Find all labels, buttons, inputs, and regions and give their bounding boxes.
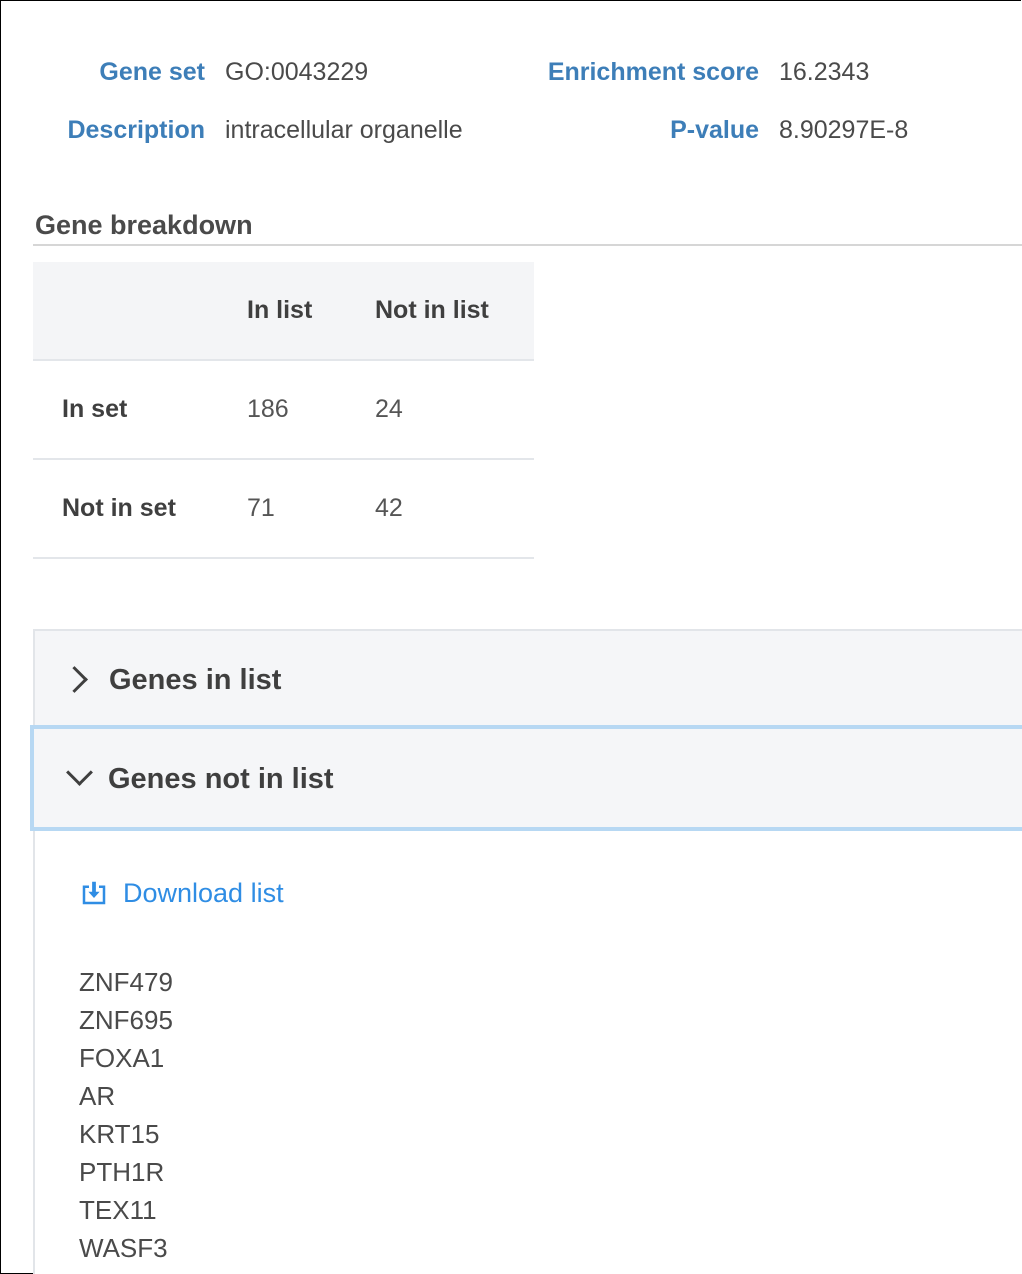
list-item: ZNF695: [79, 1005, 173, 1035]
list-item: WASF3: [79, 1233, 168, 1263]
table-row: In set 186 24: [33, 360, 534, 460]
row-label-in-set: In set: [33, 360, 247, 460]
gene-breakdown-heading: Gene breakdown: [35, 210, 253, 240]
genes-not-in-list: ZNF479 ZNF695 FOXA1 AR KRT15 PTH1R TEX11…: [79, 963, 173, 1267]
cell-in-set-in-list: 186: [247, 360, 375, 460]
table-header-empty: [33, 262, 247, 361]
enrichment-score-label: Enrichment score: [547, 58, 759, 86]
gene-set-label: Gene set: [99, 58, 205, 86]
accordion-genes-not-in-list-body: Download list ZNF479 ZNF695 FOXA1 AR KRT…: [33, 831, 1022, 1274]
accordion-genes-in-list[interactable]: Genes in list: [33, 629, 1022, 725]
accordion-genes-not-in-list-label: Genes not in list: [108, 763, 334, 795]
list-item: PTH1R: [79, 1157, 165, 1187]
table-header-not-in-list: Not in list: [375, 262, 534, 361]
accordion-genes-in-list-label: Genes in list: [109, 664, 282, 696]
accordion-genes-not-in-list[interactable]: Genes not in list: [30, 725, 1022, 831]
description-value: intracellular organelle: [225, 116, 463, 144]
download-icon: [82, 881, 106, 905]
gene-set-summary: Gene set GO:0043229 Description intracel…: [0, 50, 1022, 160]
list-item: ZNF479: [79, 967, 173, 997]
cell-not-in-set-not-in-list: 42: [375, 459, 534, 559]
row-label-not-in-set: Not in set: [33, 459, 247, 559]
gene-breakdown-table: In list Not in list In set 186 24 Not in…: [33, 262, 534, 559]
p-value-value: 8.90297E-8: [779, 116, 909, 144]
cell-in-set-not-in-list: 24: [375, 360, 534, 460]
table-header-row: In list Not in list: [33, 262, 534, 361]
list-item: FOXA1: [79, 1043, 165, 1073]
list-item: TEX11: [79, 1195, 157, 1225]
p-value-label: P-value: [670, 116, 759, 144]
table-row: Not in set 71 42: [33, 459, 534, 559]
download-list-link[interactable]: Download list: [79, 873, 284, 913]
list-item: AR: [79, 1081, 116, 1111]
section-divider: [33, 244, 1022, 246]
list-item: KRT15: [79, 1119, 160, 1149]
gene-set-value: GO:0043229: [225, 58, 369, 86]
enrichment-score-value: 16.2343: [779, 58, 870, 86]
download-list-label: Download list: [123, 878, 284, 908]
chevron-down-icon: [66, 759, 93, 786]
description-label: Description: [67, 116, 205, 144]
table-header-in-list: In list: [247, 262, 375, 361]
chevron-right-icon: [61, 666, 88, 693]
cell-not-in-set-in-list: 71: [247, 459, 375, 559]
